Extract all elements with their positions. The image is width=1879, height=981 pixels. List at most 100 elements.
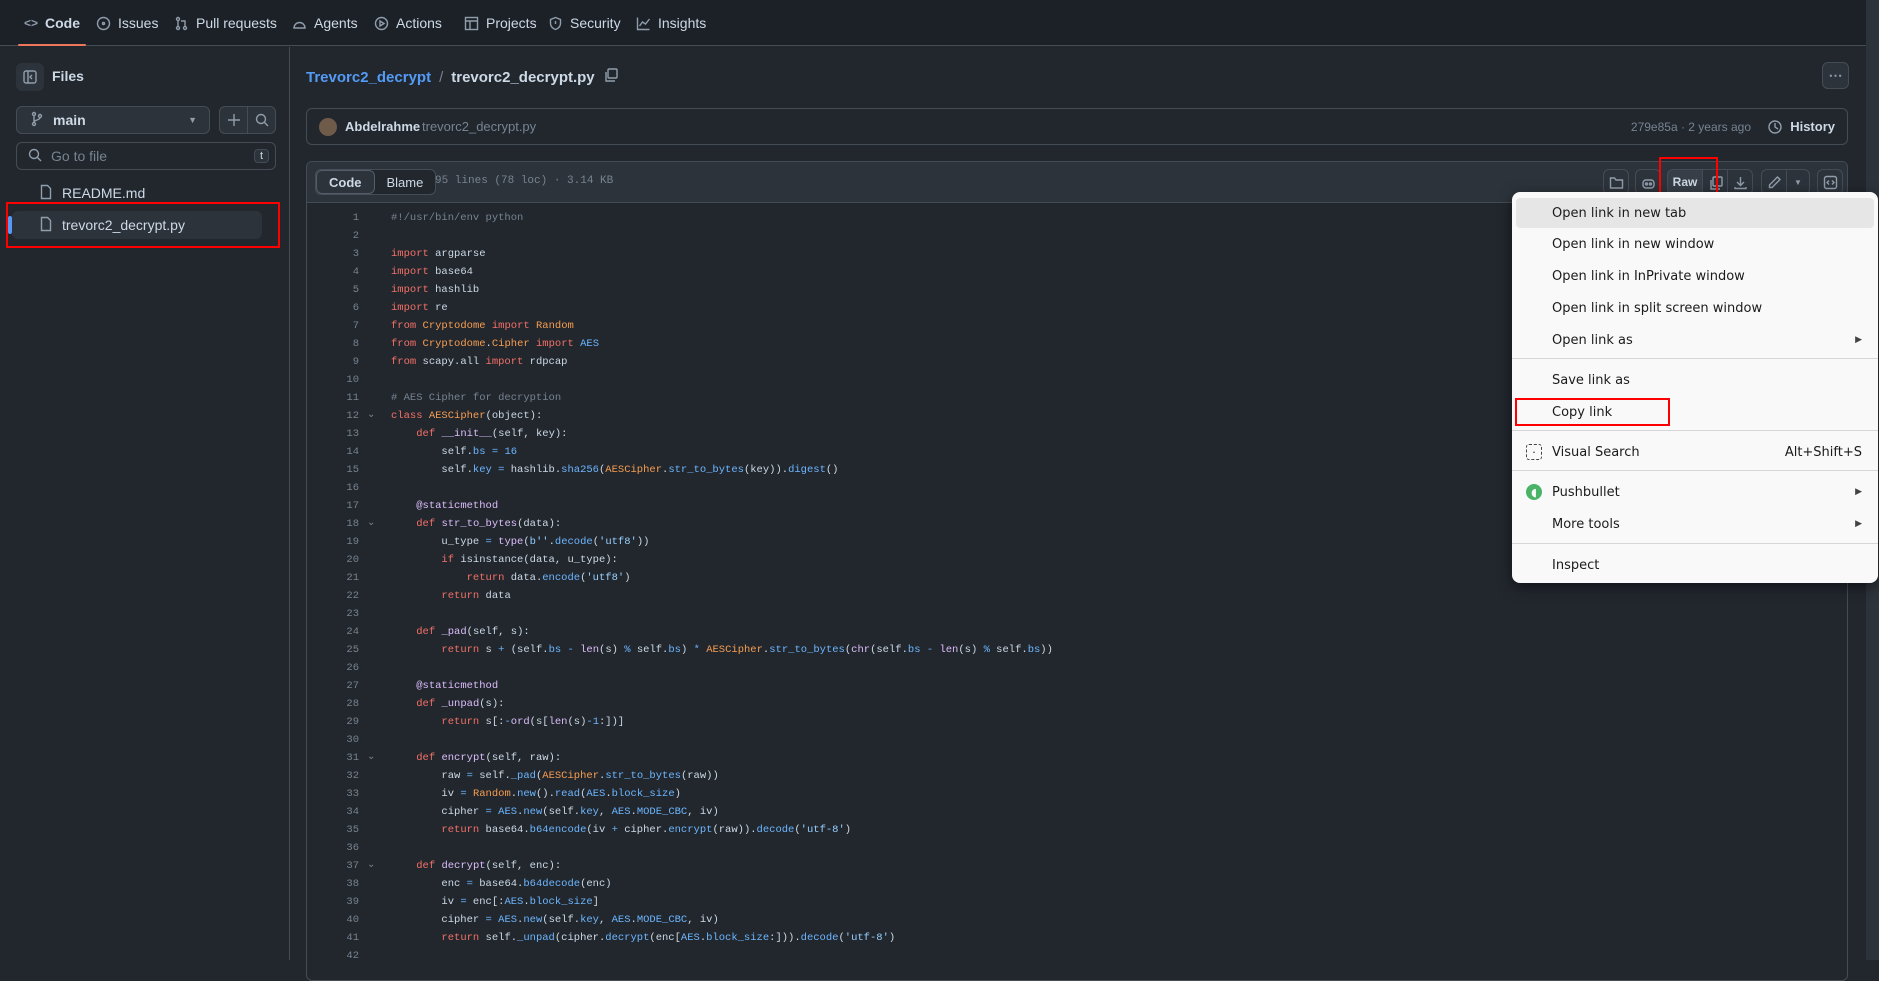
line-number[interactable]: 20 [307, 551, 359, 569]
go-to-file-input[interactable]: Go to file t [16, 142, 276, 170]
breadcrumb-repo-link[interactable]: Trevorc2_decrypt [306, 69, 431, 86]
line-number[interactable]: 32 [307, 767, 359, 785]
line-number[interactable]: 31 [307, 749, 359, 767]
shortcut-hint: t [253, 149, 269, 163]
fold-chevron-icon[interactable]: ⌄ [367, 407, 375, 425]
line-number[interactable]: 12 [307, 407, 359, 425]
tab-actions[interactable]: Actions [374, 0, 442, 46]
line-number[interactable]: 13 [307, 425, 359, 443]
line-number[interactable]: 41 [307, 929, 359, 947]
tab-pull-requests[interactable]: Pull requests [174, 0, 277, 46]
line-number[interactable]: 10 [307, 371, 359, 389]
line-number[interactable]: 7 [307, 317, 359, 335]
line-number[interactable]: 11 [307, 389, 359, 407]
line-number[interactable]: 24 [307, 623, 359, 641]
commit-hash-age[interactable]: 279e85a · 2 years ago [1631, 120, 1751, 134]
commit-author[interactable]: Abdelrahme [345, 119, 420, 134]
line-source: from Cryptodome.Cipher import AES [391, 335, 599, 353]
fold-chevron-icon[interactable]: ⌄ [367, 515, 375, 533]
menu-item-copy-link[interactable]: Copy link [1516, 397, 1874, 427]
menu-item-inspect[interactable]: Inspect [1516, 550, 1874, 580]
line-number[interactable]: 5 [307, 281, 359, 299]
tab-issues[interactable]: Issues [96, 0, 158, 46]
line-number[interactable]: 30 [307, 731, 359, 749]
menu-item-open-link-in-split-screen-window[interactable]: Open link in split screen window [1516, 293, 1874, 323]
line-number[interactable]: 28 [307, 695, 359, 713]
line-number[interactable]: 35 [307, 821, 359, 839]
fold-chevron-icon[interactable]: ⌄ [367, 857, 375, 875]
line-number[interactable]: 14 [307, 443, 359, 461]
pull-request-icon [175, 16, 188, 30]
menu-item-open-link-in-inprivate-window[interactable]: Open link in InPrivate window [1516, 261, 1874, 291]
menu-item-save-link-as[interactable]: Save link as [1516, 365, 1874, 395]
line-number[interactable]: 8 [307, 335, 359, 353]
menu-item-more-tools[interactable]: More tools ▶ [1516, 509, 1874, 539]
line-number[interactable]: 23 [307, 605, 359, 623]
tab-agents[interactable]: Agents [292, 0, 358, 46]
tab-security[interactable]: Security [548, 0, 621, 46]
code-token: bs [668, 644, 681, 656]
line-number[interactable]: 36 [307, 839, 359, 857]
line-number[interactable]: 40 [307, 911, 359, 929]
code-token: from [391, 320, 417, 332]
commit-message[interactable]: trevorc2_decrypt.py [422, 119, 536, 134]
copy-path-icon[interactable] [603, 67, 619, 87]
code-token: import [391, 266, 429, 278]
menu-item-open-link-in-new-window[interactable]: Open link in new window [1516, 229, 1874, 259]
line-number[interactable]: 39 [307, 893, 359, 911]
line-number[interactable]: 38 [307, 875, 359, 893]
visual-search-icon: · [1526, 444, 1542, 460]
line-number[interactable]: 22 [307, 587, 359, 605]
line-number[interactable]: 6 [307, 299, 359, 317]
collapse-sidebar-button[interactable] [16, 63, 44, 91]
line-number[interactable]: 21 [307, 569, 359, 587]
line-number[interactable]: 9 [307, 353, 359, 371]
file-readme[interactable]: README.md [12, 179, 262, 207]
code-token: 'utf8' [599, 536, 637, 548]
tab-blame-view[interactable]: Blame [375, 170, 436, 194]
line-number[interactable]: 37 [307, 857, 359, 875]
line-number[interactable]: 1 [307, 209, 359, 227]
search-code-button[interactable] [247, 106, 276, 134]
branch-selector[interactable]: main ▼ [16, 106, 210, 134]
line-number[interactable]: 17 [307, 497, 359, 515]
add-file-button[interactable] [219, 106, 248, 134]
line-number[interactable]: 42 [307, 947, 359, 965]
line-number[interactable]: 33 [307, 785, 359, 803]
branch-name: main [53, 112, 86, 128]
tab-insights[interactable]: Insights [636, 0, 706, 46]
line-number[interactable]: 4 [307, 263, 359, 281]
code-token: Cryptodome [422, 320, 486, 332]
menu-item-visual-search[interactable]: · Visual Search Alt+Shift+S [1516, 437, 1874, 467]
file-trevorc2-decrypt[interactable]: trevorc2_decrypt.py [8, 211, 262, 239]
file-name: README.md [62, 185, 146, 201]
line-number[interactable]: 3 [307, 245, 359, 263]
line-number[interactable]: 19 [307, 533, 359, 551]
line-number[interactable]: 34 [307, 803, 359, 821]
line-number[interactable]: 15 [307, 461, 359, 479]
history-button[interactable]: History [1790, 119, 1835, 134]
code-token: AES [680, 932, 700, 944]
more-options-button[interactable]: ⋯ [1822, 62, 1849, 89]
line-number[interactable]: 29 [307, 713, 359, 731]
code-token: )) [636, 536, 650, 548]
tab-projects[interactable]: Projects [464, 0, 537, 46]
menu-item-open-link-in-new-tab[interactable]: Open link in new tab [1516, 198, 1874, 228]
code-token: len [548, 716, 568, 728]
tab-code[interactable]: <> Code [17, 0, 87, 46]
line-number[interactable]: 18 [307, 515, 359, 533]
menu-item-open-link-as[interactable]: Open link as ▶ [1516, 325, 1874, 355]
tab-code-view[interactable]: Code [316, 170, 375, 194]
fold-chevron-icon[interactable]: ⌄ [367, 749, 375, 767]
line-number[interactable]: 16 [307, 479, 359, 497]
code-token: (s[ [529, 716, 549, 728]
line-number[interactable]: 26 [307, 659, 359, 677]
code-line: 29 return s[:-ord(s[len(s)-1:])] [307, 713, 1847, 731]
code-token: , [598, 806, 612, 818]
menu-item-pushbullet[interactable]: ◖ Pushbullet ▶ [1516, 477, 1874, 507]
line-number[interactable]: 27 [307, 677, 359, 695]
line-number[interactable]: 25 [307, 641, 359, 659]
line-number[interactable]: 2 [307, 227, 359, 245]
code-token: self. [630, 644, 669, 656]
code-token: , iv) [687, 914, 719, 926]
